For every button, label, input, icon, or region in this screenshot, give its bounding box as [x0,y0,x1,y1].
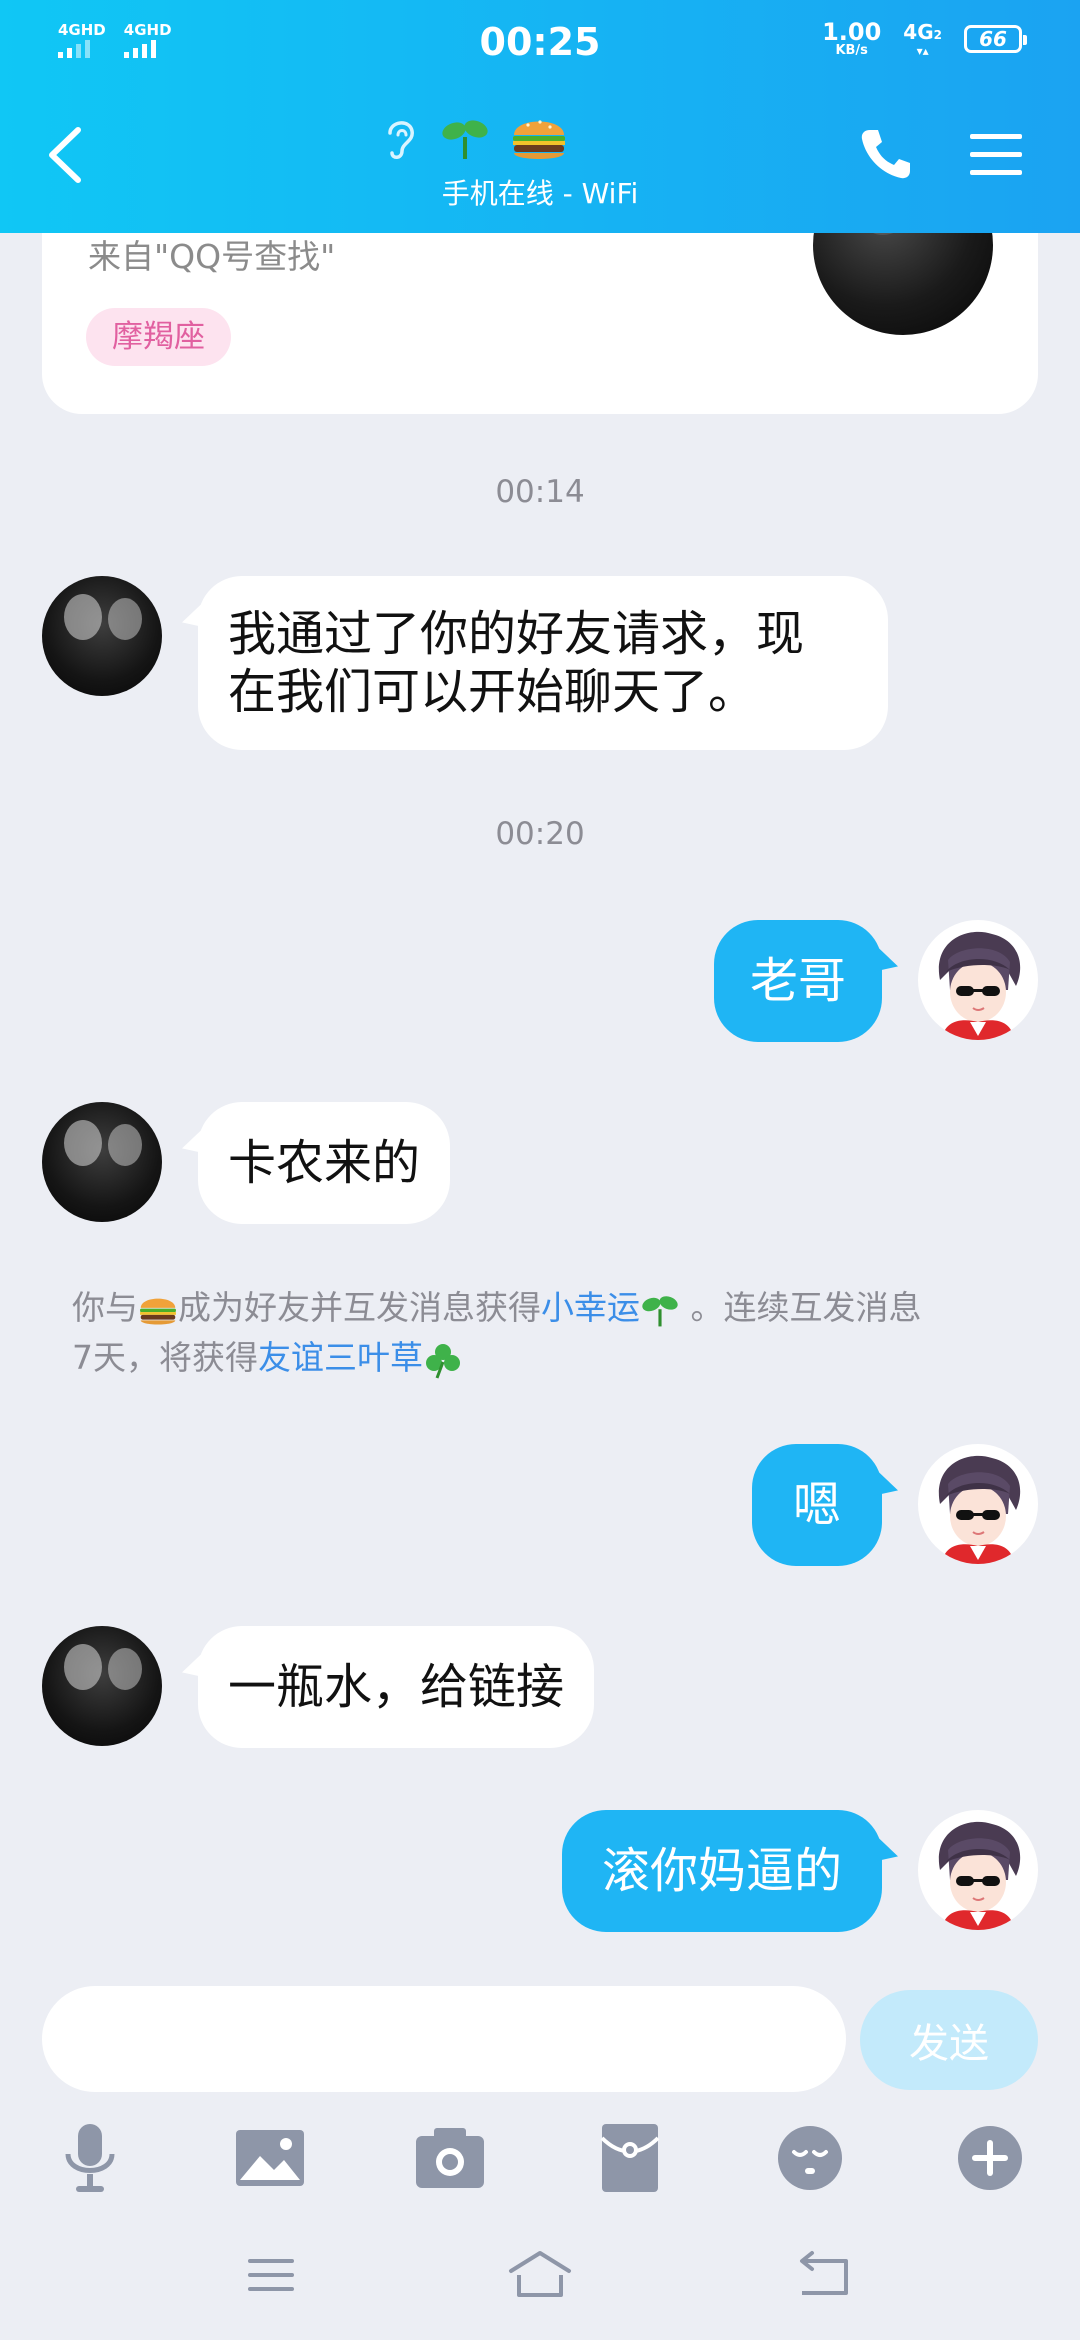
incoming-message[interactable]: 我通过了你的好友请求，现 在我们可以开始聊天了。 [198,576,888,750]
phone-icon[interactable] [858,126,914,182]
emoji-icon[interactable] [770,2118,850,2198]
message-text: 嗯 [792,1477,841,1533]
timestamp: 00:14 [495,474,585,510]
message-text: 卡农来的 [228,1135,421,1191]
profile-source: 来自"QQ号查找" [88,237,336,276]
battery-icon: 66 [964,25,1027,53]
burger-emoji-icon [140,1298,176,1324]
plus-icon[interactable] [950,2118,1030,2198]
sprout-icon [642,1295,678,1326]
back-nav-icon[interactable] [790,2245,860,2305]
network-type: 4G2 ▾▴ [903,22,942,57]
sprout-icon [442,120,488,159]
notice-text: 7天，将获得 [72,1338,258,1377]
friendship-notice: 你与 成为好友并互发消息获得小幸运 。连续互发消息 7天，将获得友谊三叶草 [72,1283,1012,1383]
outgoing-message[interactable]: 老哥 [714,920,882,1042]
mic-icon[interactable] [50,2118,130,2198]
net-speed-unit: KB/s [835,43,868,58]
network-type-sub: 2 [933,27,942,42]
network-type-label: 4G [903,19,934,44]
outgoing-message[interactable]: 嗯 [752,1444,882,1566]
my-avatar[interactable] [918,920,1038,1040]
timestamp: 00:20 [495,816,585,852]
red-packet-icon[interactable] [590,2118,670,2198]
zodiac-tag: 摩羯座 [86,308,231,366]
my-avatar[interactable] [918,1810,1038,1930]
message-text: 一瓶水，给链接 [228,1659,565,1715]
app-header: 4GHD 4GHD 00:25 1.00 KB/s 4G2 ▾▴ 66 手机在线… [0,0,1080,233]
clover-link[interactable]: 友谊三叶草 [258,1338,423,1377]
incoming-message[interactable]: 一瓶水，给链接 [198,1626,595,1748]
my-avatar[interactable] [918,1444,1038,1564]
notice-text: 成为好友并互发消息获得 [178,1288,541,1327]
notice-text: 。连续互发消息 [680,1288,922,1327]
cartoon-avatar-icon [938,931,1021,1040]
incoming-message[interactable]: 卡农来的 [198,1102,451,1224]
menu-icon[interactable] [966,128,1026,182]
message-input[interactable] [42,1986,846,2092]
send-button[interactable]: 发送 [860,1990,1038,2090]
message-text: 老哥 [749,953,846,1009]
cartoon-avatar-icon [938,1455,1021,1564]
message-text: 滚你妈逼的 [601,1843,842,1899]
contact-title[interactable] [380,113,568,163]
message-text-line: 在我们可以开始聊天了。 [228,664,757,720]
recent-apps-icon[interactable] [236,2245,306,2305]
net-speed: 1.00 KB/s [822,20,881,58]
status-right-group: 1.00 KB/s 4G2 ▾▴ 66 [822,20,1027,58]
clover-icon [426,1343,460,1379]
friend-avatar[interactable] [42,1102,162,1222]
camera-icon[interactable] [410,2118,490,2198]
image-icon[interactable] [230,2118,310,2198]
ear-icon [388,121,414,159]
online-status: 手机在线 - WiFi [441,177,639,210]
home-icon[interactable] [505,2245,575,2305]
notice-text: 你与 [72,1288,138,1327]
data-arrows-icon: ▾▴ [916,43,929,58]
burger-emoji-icon [513,120,565,159]
friend-avatar[interactable] [42,576,162,696]
outgoing-message[interactable]: 滚你妈逼的 [562,1810,882,1932]
cartoon-avatar-icon [938,1821,1021,1930]
net-speed-value: 1.00 [822,18,882,46]
lucky-link[interactable]: 小幸运 [541,1288,640,1327]
battery-level: 66 [979,27,1007,51]
message-text-line: 我通过了你的好友请求，现 [228,606,805,662]
friend-avatar[interactable] [42,1626,162,1746]
